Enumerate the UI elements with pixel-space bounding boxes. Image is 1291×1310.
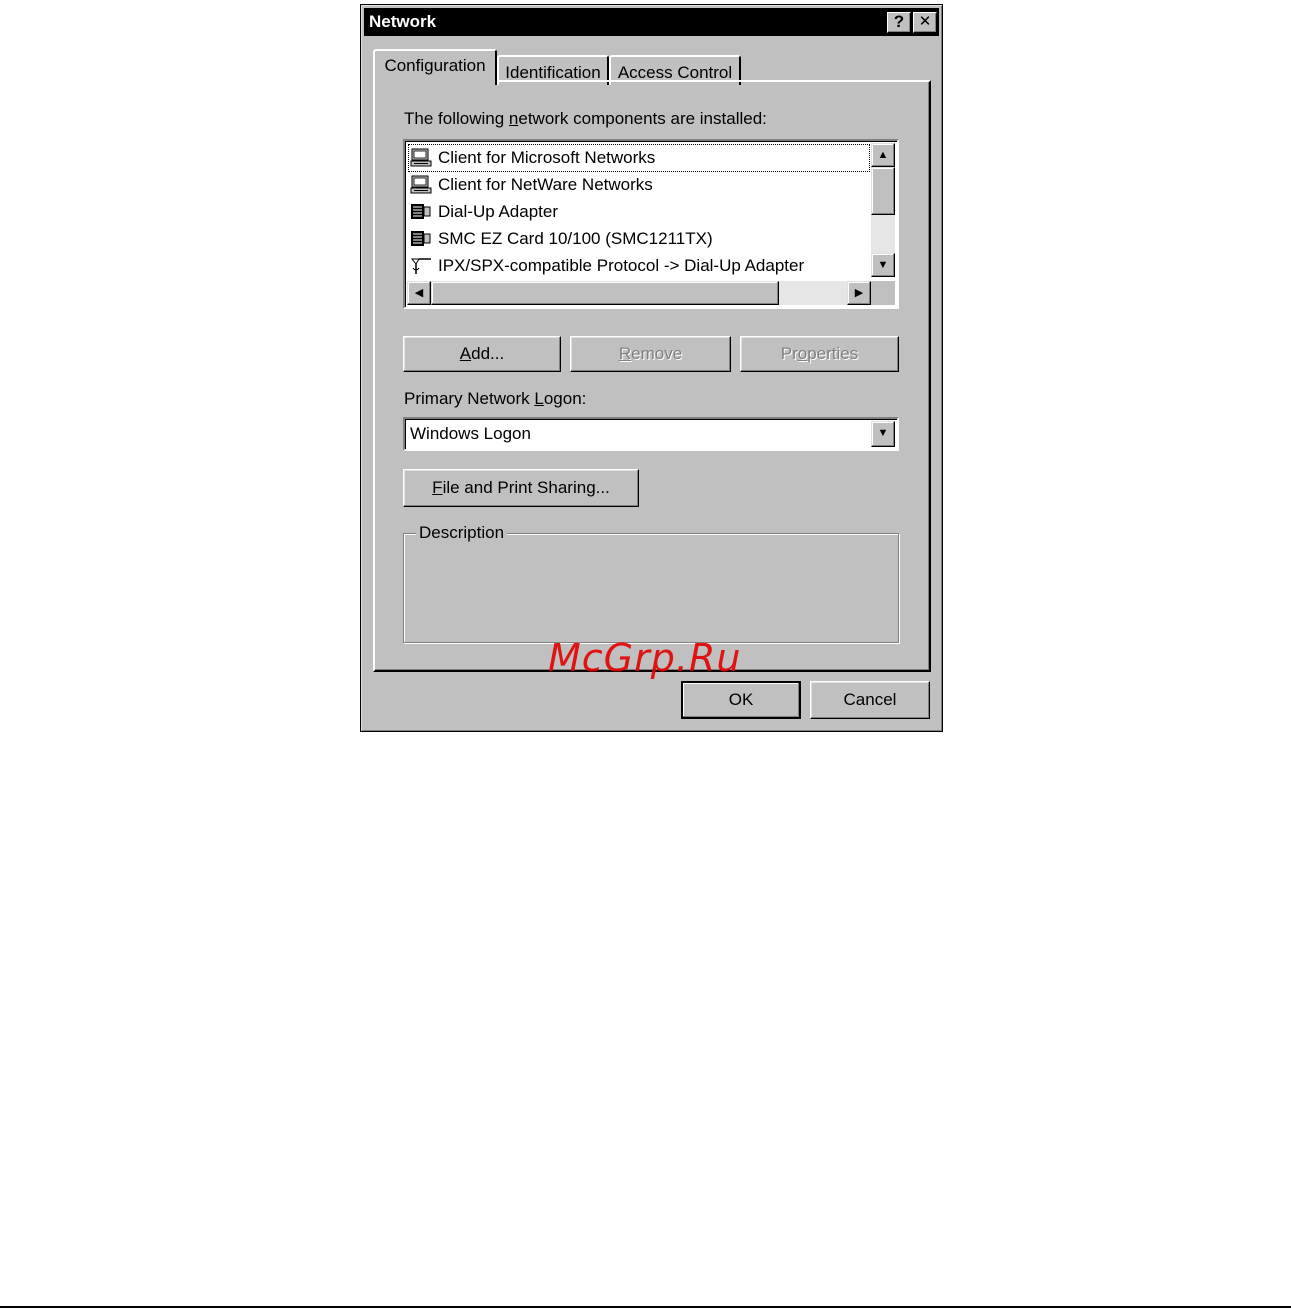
scroll-down-button[interactable]: ▼ — [871, 253, 895, 277]
scroll-left-button[interactable]: ◀ — [407, 281, 431, 305]
chevron-down-icon: ▼ — [877, 427, 889, 439]
scroll-right-button[interactable]: ▶ — [847, 281, 871, 305]
add-button[interactable]: Add... — [403, 336, 561, 372]
description-label: Description — [416, 523, 508, 543]
help-button[interactable]: ? — [887, 11, 911, 33]
tab-configuration-label: Configuration — [384, 56, 486, 75]
ok-button[interactable]: OK — [681, 681, 801, 719]
watermark: McGrp.Ru — [548, 636, 742, 680]
help-icon: ? — [893, 11, 905, 31]
protocol-icon — [409, 255, 433, 277]
primary-logon-value: Windows Logon — [410, 424, 531, 443]
file-print-sharing-button[interactable]: File and Print Sharing... — [403, 469, 639, 507]
scrollbar-corner — [871, 281, 895, 305]
tab-configuration[interactable]: Configuration — [373, 49, 497, 85]
client-icon — [409, 147, 433, 169]
window-title: Network — [369, 12, 437, 31]
properties-button[interactable]: Pr o perties — [740, 336, 899, 372]
list-item-label: Client for NetWare Networks — [438, 175, 653, 194]
dropdown-button[interactable]: ▼ — [871, 421, 895, 447]
list-item-label: IPX/SPX-compatible Protocol -> Dial-Up A… — [438, 256, 805, 275]
close-icon: ✕ — [918, 12, 932, 30]
list-item-label: Dial-Up Adapter — [438, 202, 559, 221]
title-bar[interactable]: Network ? ✕ — [364, 8, 939, 36]
vertical-scroll-thumb[interactable] — [871, 167, 895, 215]
list-item-dialup-adapter[interactable]: Dial-Up Adapter — [409, 199, 558, 225]
network-dialog: Network ? ✕ Configuration Identification… — [360, 4, 943, 732]
primary-logon-label: Primary Network Logon: — [404, 389, 587, 408]
list-item-ipx-protocol[interactable]: IPX/SPX-compatible Protocol -> Dial-Up A… — [409, 253, 804, 279]
client-icon — [409, 174, 433, 196]
cancel-button[interactable]: Cancel — [810, 681, 930, 719]
adapter-icon — [409, 201, 433, 223]
adapter-icon — [409, 228, 433, 250]
list-item-client-netware[interactable]: Client for NetWare Networks — [409, 172, 653, 198]
list-vertical-scrollbar[interactable]: ▲ ▼ — [871, 143, 895, 277]
description-group: Description — [403, 523, 899, 643]
list-item-label: Client for Microsoft Networks — [438, 148, 656, 167]
page-bottom-rule — [0, 1306, 1291, 1308]
remove-button[interactable]: Remove — [570, 336, 731, 372]
scroll-up-button[interactable]: ▲ — [871, 143, 895, 167]
list-horizontal-scrollbar[interactable]: ◀ ▶ — [407, 281, 871, 305]
close-button[interactable]: ✕ — [913, 11, 937, 33]
list-item-smc-card[interactable]: SMC EZ Card 10/100 (SMC1211TX) — [409, 226, 713, 252]
components-list[interactable]: Client for Microsoft Networks Client for… — [403, 139, 899, 309]
list-item-client-microsoft[interactable]: Client for Microsoft Networks — [408, 144, 870, 172]
components-label: The following network components are ins… — [404, 109, 767, 128]
primary-logon-select[interactable]: Windows Logon ▼ — [403, 417, 899, 451]
list-item-label: SMC EZ Card 10/100 (SMC1211TX) — [438, 229, 713, 248]
horizontal-scroll-thumb[interactable] — [431, 281, 779, 305]
